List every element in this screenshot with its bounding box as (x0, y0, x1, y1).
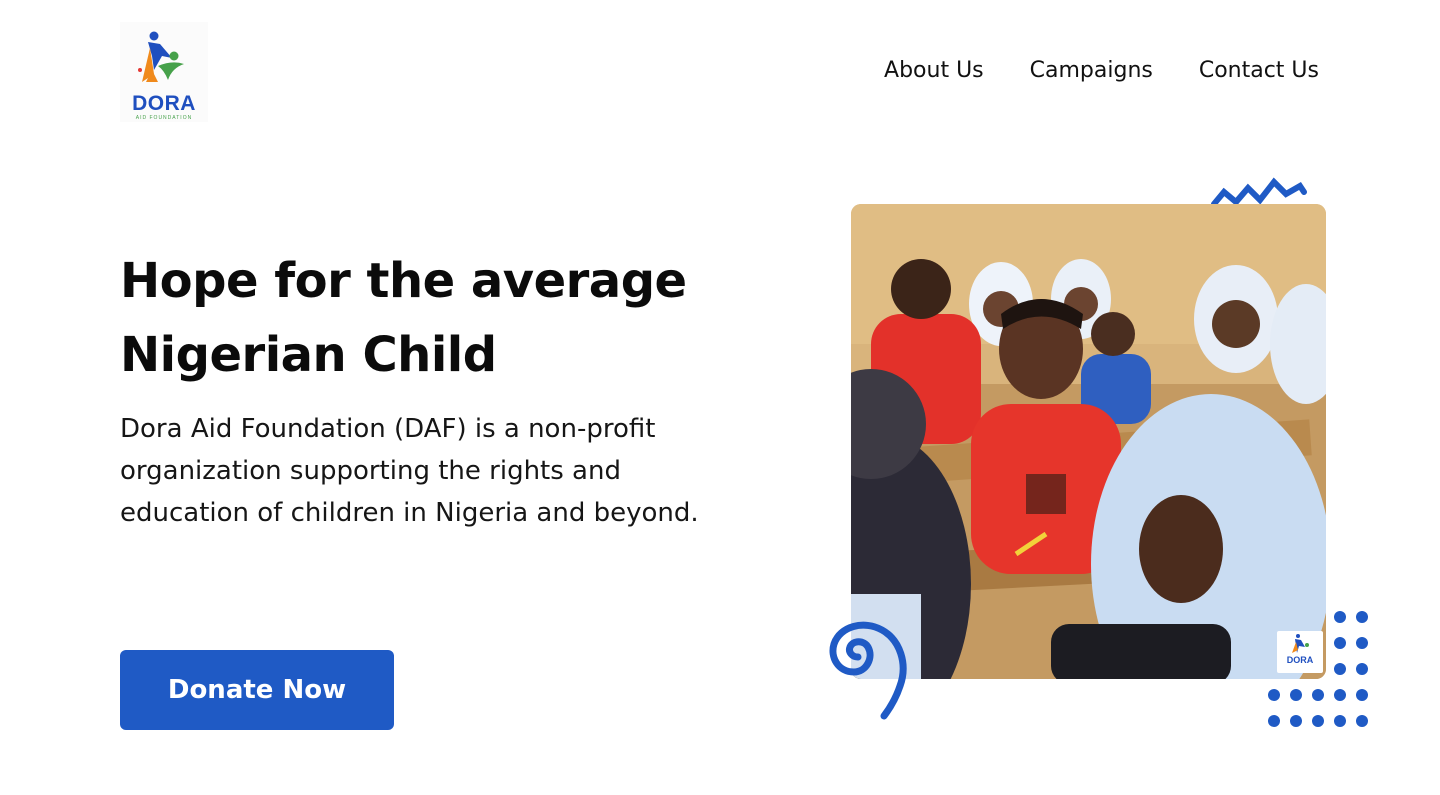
page: DORA AID FOUNDATION About Us Campaigns C… (0, 0, 1440, 795)
dora-logo-icon (138, 31, 184, 82)
logo-subtitle: AID FOUNDATION (135, 115, 193, 121)
donate-now-button[interactable]: Donate Now (120, 650, 394, 730)
spiral-decoration-icon (829, 621, 907, 720)
nav-campaigns[interactable]: Campaigns (1030, 58, 1153, 83)
classroom-illustration (851, 204, 1326, 679)
classroom-photo (851, 204, 1326, 679)
hero-title-line1: Hope for the average (120, 253, 687, 309)
nav-about-us[interactable]: About Us (884, 58, 984, 83)
nav-contact-us[interactable]: Contact Us (1199, 58, 1319, 83)
hero-description: Dora Aid Foundation (DAF) is a non-profi… (120, 414, 699, 528)
dot-grid-decoration-icon (1268, 611, 1368, 727)
site-logo[interactable]: DORA AID FOUNDATION (120, 22, 208, 122)
logo-wordmark: DORA (132, 92, 196, 115)
hero-title: Hope for the average Nigerian Child (120, 244, 760, 392)
hero-title-line2: Nigerian Child (120, 327, 497, 383)
main-nav: About Us Campaigns Contact Us (884, 58, 1319, 83)
